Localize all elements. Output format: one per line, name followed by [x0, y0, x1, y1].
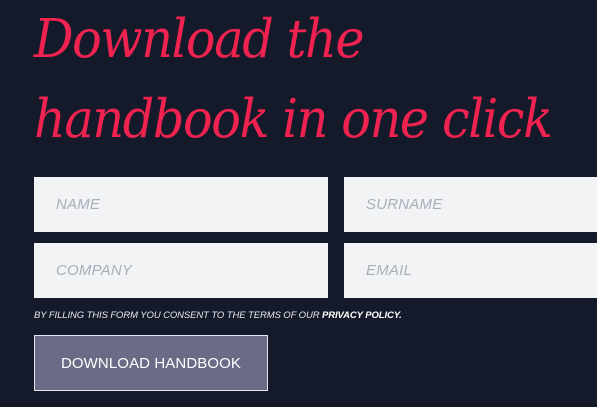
company-input[interactable] [34, 243, 328, 298]
surname-input[interactable] [344, 177, 597, 232]
headline-line-2: handbook in one click [34, 89, 553, 150]
privacy-policy-link[interactable]: PRIVACY POLICY. [322, 310, 402, 321]
headline: Download the handbook in one click [34, 0, 555, 160]
consent-note: BY FILLING THIS FORM YOU CONSENT TO THE … [34, 310, 402, 321]
name-input[interactable] [34, 177, 328, 232]
download-handbook-button[interactable]: DOWNLOAD HANDBOOK [34, 335, 268, 391]
consent-text: BY FILLING THIS FORM YOU CONSENT TO THE … [34, 310, 323, 321]
email-input[interactable] [344, 243, 597, 298]
headline-line-1: Download the [34, 9, 365, 70]
